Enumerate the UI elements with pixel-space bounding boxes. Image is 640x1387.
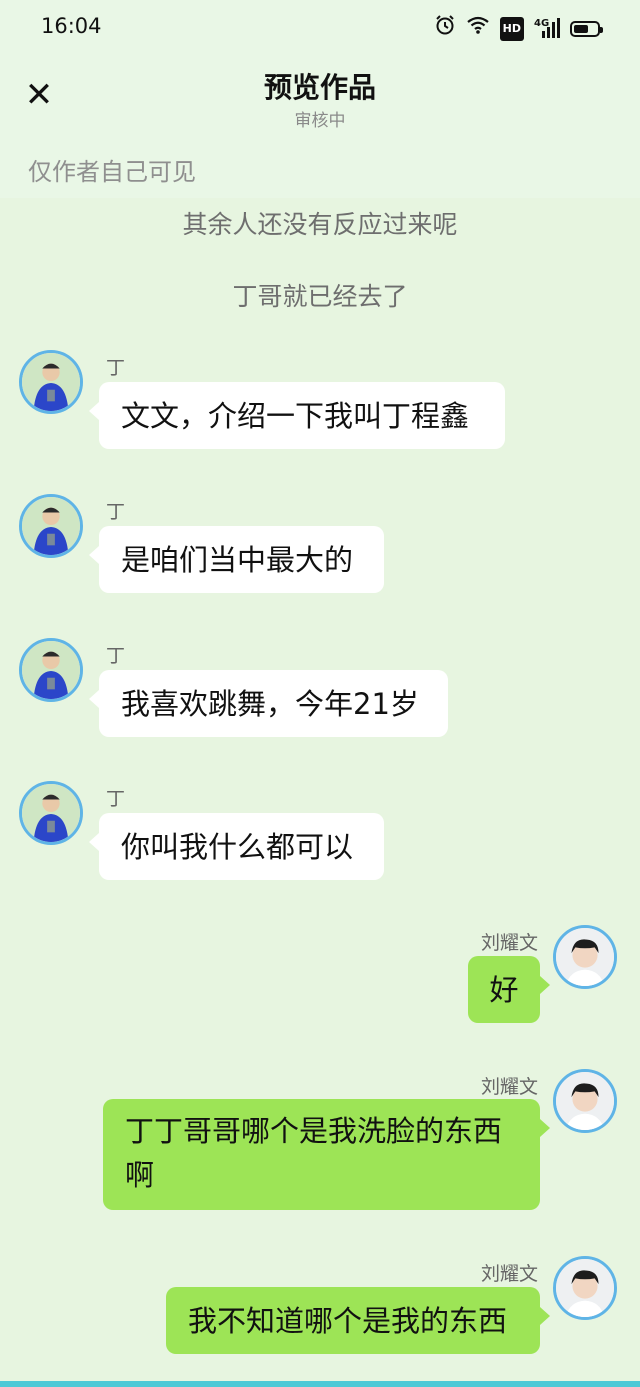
alarm-icon bbox=[434, 14, 456, 43]
battery-icon bbox=[570, 20, 603, 37]
wifi-icon bbox=[466, 15, 490, 42]
message-bubble[interactable]: 文文，介绍一下我叫丁程鑫 bbox=[89, 382, 505, 449]
status-icons: HD 4G bbox=[434, 14, 603, 43]
message-bubble[interactable]: 我不知道哪个是我的东西 bbox=[166, 1287, 550, 1354]
visibility-notice: 仅作者自己可见 bbox=[28, 158, 196, 186]
hd-icon: HD bbox=[499, 16, 524, 41]
message-bubble[interactable]: 我喜欢跳舞，今年21岁 bbox=[89, 670, 448, 737]
bottom-edge-strip bbox=[0, 1381, 640, 1387]
avatar[interactable] bbox=[553, 1256, 617, 1320]
avatar[interactable] bbox=[553, 1069, 617, 1133]
message-bubble[interactable]: 你叫我什么都可以 bbox=[89, 813, 384, 880]
narration-line: 其余人还没有反应过来呢 bbox=[182, 210, 458, 239]
avatar[interactable] bbox=[553, 925, 617, 989]
status-bar: 16:04 HD 4G bbox=[0, 0, 640, 56]
signal-4g-icon: 4G bbox=[534, 17, 560, 40]
avatar[interactable] bbox=[19, 350, 83, 414]
page-title: 预览作品 bbox=[263, 71, 376, 104]
message-bubble[interactable]: 好 bbox=[468, 956, 550, 1023]
header-area: 16:04 HD 4G ✕ 预览作品 审核中 仅作者自己可见 bbox=[0, 0, 640, 198]
message-bubble[interactable]: 丁丁哥哥哪个是我洗脸的东西啊 bbox=[103, 1099, 550, 1210]
message-bubble[interactable]: 是咱们当中最大的 bbox=[89, 526, 384, 593]
sender-name: 刘耀文 bbox=[480, 1076, 538, 1098]
avatar[interactable] bbox=[19, 494, 83, 558]
sender-name: 刘耀文 bbox=[480, 1263, 538, 1285]
status-time: 16:04 bbox=[41, 14, 102, 38]
avatar[interactable] bbox=[19, 638, 83, 702]
avatar[interactable] bbox=[19, 781, 83, 845]
narration-line: 丁哥就已经去了 bbox=[232, 282, 408, 311]
sender-name: 刘耀文 bbox=[480, 932, 538, 954]
review-status: 审核中 bbox=[294, 111, 346, 131]
